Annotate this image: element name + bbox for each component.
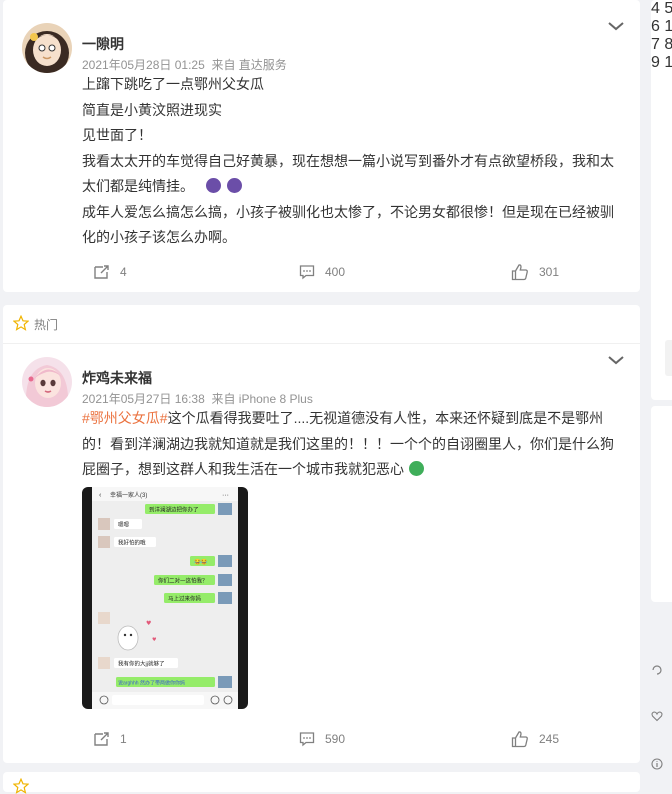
comment-button[interactable]: 590 xyxy=(299,728,345,750)
svg-text:♥: ♥ xyxy=(146,620,151,627)
like-count: 245 xyxy=(539,732,560,746)
repost-count: 1 xyxy=(120,732,127,746)
comment-count: 400 xyxy=(325,265,346,279)
user-avatar[interactable] xyxy=(22,23,72,73)
sidebar-links xyxy=(651,650,672,785)
repost-button[interactable]: 1 xyxy=(92,728,127,750)
rank-number: 5 xyxy=(664,0,672,17)
post-image[interactable]: ‹ 幸福一家人(3) ··· 到洋澜湖边把你办了 嗯嗯 我好怕的哦 😂😂 你们二… xyxy=(82,487,248,709)
hot-badge: 热门 xyxy=(34,318,59,332)
repost-count: 4 xyxy=(120,265,127,279)
post-timestamp[interactable]: 2021年05月27日 16:38 xyxy=(82,392,205,406)
text-line: 简直是小黄汶照进现实 xyxy=(82,101,222,118)
heart-icon[interactable] xyxy=(651,710,663,722)
text-line: 成年人爱怎么搞怎么搞，小孩子被驯化也太惨了，不论男女都很惨！但是现在已经被驯 xyxy=(82,203,614,220)
like-button[interactable]: 245 xyxy=(511,728,559,750)
comment-icon xyxy=(299,265,315,280)
purple-face-emoji xyxy=(226,178,242,193)
post-text: #鄂州父女瓜#这个瓜看得我要吐了....无视道德没有人性，本来还怀疑到底是不是鄂… xyxy=(82,406,618,483)
post-timestamp[interactable]: 2021年05月28日 01:25 xyxy=(82,58,205,72)
text-line: 上蹿下跳吃了一点鄂州父女瓜 xyxy=(82,76,264,92)
repost-icon xyxy=(94,265,109,279)
feed-post xyxy=(3,772,640,794)
text-line: 的！看到洋澜湖边我就知道就是我们这里的！！！一个个的自诩圈里人，你们是什么狗 xyxy=(82,435,614,452)
chevron-down-icon[interactable] xyxy=(607,20,625,32)
sidebar-card xyxy=(651,406,672,602)
comment-count: 590 xyxy=(325,732,346,746)
svg-text:♥: ♥ xyxy=(152,637,157,643)
rank-number: 1 xyxy=(664,18,672,35)
post-actions: 4 400 301 xyxy=(3,261,640,283)
text-line: #鄂州父女瓜#这个瓜看得我要吐了....无视道德没有人性，本来还怀疑到底是不是鄂… xyxy=(82,410,604,426)
text-line: 见世面了！ xyxy=(82,127,152,143)
chat-message: 马上过来你妈 xyxy=(168,595,202,603)
text-line: 屁圈子，想到这群人和我生活在一个城市我就犯恶心 xyxy=(82,457,618,483)
feed-post: 一隙明 2021年05月28日 01:25 来自 直达服务 上蹿下跳吃了一点鄂州… xyxy=(3,0,640,292)
refresh-icon[interactable] xyxy=(651,664,663,676)
repost-icon xyxy=(94,732,109,746)
rank-number: 6 xyxy=(651,18,660,35)
star-icon xyxy=(13,778,29,794)
text-line: 化的小孩子该怎么办啊。 xyxy=(82,229,236,245)
post-text: 上蹿下跳吃了一点鄂州父女瓜 简直是小黄汶照进现实 见世面了！ 我看太太开的车觉得… xyxy=(82,72,618,251)
rank-number: 7 xyxy=(651,36,660,53)
vomit-face-emoji xyxy=(408,461,424,476)
user-avatar[interactable] xyxy=(22,357,72,407)
post-meta: 2021年05月28日 01:25 来自 直达服务 xyxy=(82,56,287,73)
username[interactable]: 炸鸡未来福 xyxy=(82,368,152,388)
feed-post: 热门 炸鸡未来福 2021年05月27日 16:38 来自 iPhone 8 P… xyxy=(3,305,640,763)
chat-message: 到洋澜湖边把你办了 xyxy=(149,506,199,514)
chat-message: 说arghhh 然办了带两做你你妈 xyxy=(118,680,185,687)
rank-number: 4 xyxy=(651,0,660,17)
more-button[interactable] xyxy=(665,340,672,376)
like-count: 301 xyxy=(539,265,560,279)
chat-message: 我有你的大jj就够了 xyxy=(118,660,164,668)
username[interactable]: 一隙明 xyxy=(82,34,124,54)
chat-message: 我好怕的哦 xyxy=(118,539,146,547)
hashtag-link[interactable]: #鄂州父女瓜# xyxy=(82,410,168,426)
post-source: 来自 直达服务 xyxy=(211,58,287,72)
svg-text:···: ··· xyxy=(222,492,229,499)
divider xyxy=(3,343,640,344)
repost-button[interactable]: 4 xyxy=(92,261,127,283)
purple-face-emoji xyxy=(205,178,221,193)
star-icon xyxy=(13,315,29,331)
hot-search-panel: 4 5 6 1 7 8 9 1 xyxy=(651,0,672,400)
chat-title: 幸福一家人(3) xyxy=(110,491,147,499)
rank-number: 1 xyxy=(664,54,672,71)
rank-number: 9 xyxy=(651,54,660,71)
chevron-down-icon[interactable] xyxy=(607,354,625,366)
chat-message: 你们二对一这怕我？ xyxy=(158,577,208,585)
rank-number: 8 xyxy=(664,36,672,53)
text-line: 太们都是纯情挂。 xyxy=(82,174,618,200)
post-actions: 1 590 245 xyxy=(3,728,640,750)
chat-message: 😂😂 xyxy=(194,559,208,566)
thumbs-up-icon xyxy=(511,264,528,281)
thumbs-up-icon xyxy=(511,731,528,748)
post-source: 来自 iPhone 8 Plus xyxy=(211,392,313,406)
chat-message: 嗯嗯 xyxy=(118,522,130,529)
info-icon[interactable] xyxy=(651,758,663,770)
text-line: 我看太太开的车觉得自己好黄暴，现在想想一篇小说写到番外才有点欲望桥段，我和太 xyxy=(82,152,614,169)
like-button[interactable]: 301 xyxy=(511,261,559,283)
comment-button[interactable]: 400 xyxy=(299,261,345,283)
comment-icon xyxy=(299,732,315,747)
post-meta: 2021年05月27日 16:38 来自 iPhone 8 Plus xyxy=(82,390,313,407)
